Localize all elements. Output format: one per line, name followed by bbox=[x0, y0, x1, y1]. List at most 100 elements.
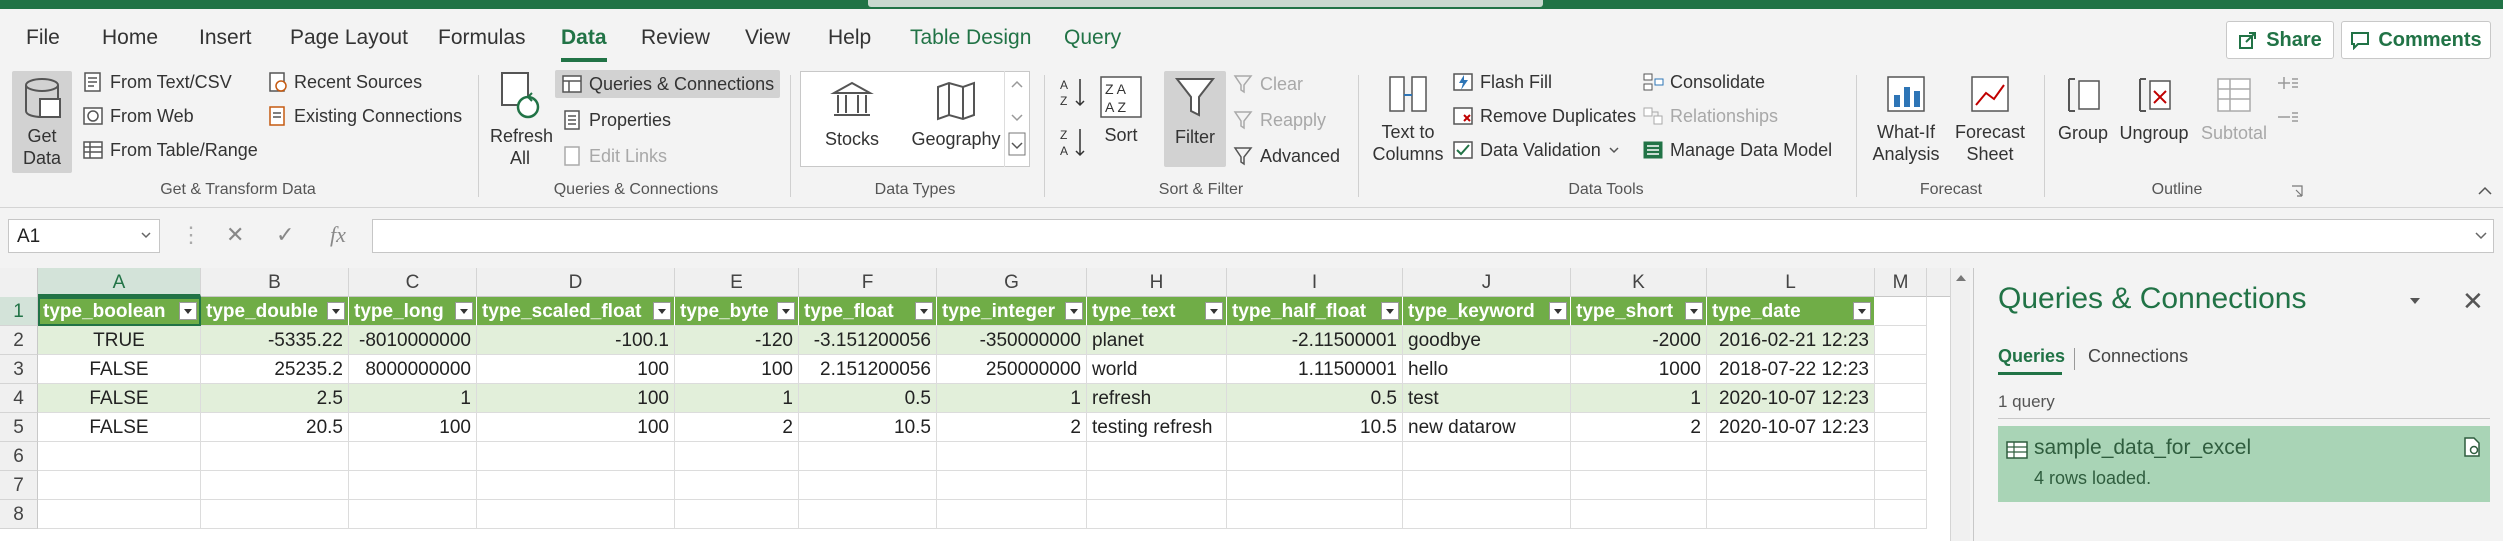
get-data-button[interactable]: Get Data bbox=[12, 71, 72, 173]
column-header-g[interactable]: G bbox=[937, 268, 1087, 297]
manage-data-model-button[interactable]: Manage Data Model bbox=[1642, 139, 1832, 161]
tab-table-design[interactable]: Table Design bbox=[910, 26, 1031, 50]
remove-duplicates-button[interactable]: Remove Duplicates bbox=[1452, 105, 1636, 127]
cell[interactable] bbox=[349, 442, 477, 471]
comments-button[interactable]: Comments bbox=[2341, 21, 2491, 59]
table-cell[interactable]: -5335.22 bbox=[201, 326, 349, 355]
stocks-button[interactable]: Stocks bbox=[818, 79, 886, 151]
column-header-h[interactable]: H bbox=[1087, 268, 1227, 297]
recent-sources-button[interactable]: Recent Sources bbox=[266, 71, 422, 93]
sort-button[interactable]: Z A A Z Sort bbox=[1096, 75, 1146, 147]
table-header-cell[interactable]: type_short bbox=[1571, 297, 1707, 326]
filter-dropdown-button[interactable] bbox=[1205, 302, 1223, 320]
properties-button[interactable]: Properties bbox=[561, 109, 671, 131]
tab-formulas[interactable]: Formulas bbox=[438, 26, 526, 50]
filter-dropdown-button[interactable] bbox=[1853, 302, 1871, 320]
cell[interactable] bbox=[1571, 471, 1707, 500]
tab-home[interactable]: Home bbox=[102, 26, 158, 50]
formula-input[interactable] bbox=[372, 219, 2494, 253]
table-cell[interactable]: 2 bbox=[1571, 413, 1707, 442]
table-cell[interactable]: 2020-10-07 12:23 bbox=[1707, 413, 1875, 442]
table-cell[interactable]: 2 bbox=[675, 413, 799, 442]
column-header-i[interactable]: I bbox=[1227, 268, 1403, 297]
table-header-cell[interactable]: type_byte bbox=[675, 297, 799, 326]
filter-dropdown-button[interactable] bbox=[1065, 302, 1083, 320]
pane-tab-connections[interactable]: Connections bbox=[2088, 346, 2188, 367]
cell[interactable] bbox=[1087, 500, 1227, 529]
filter-dropdown-button[interactable] bbox=[1381, 302, 1399, 320]
cell[interactable] bbox=[201, 442, 349, 471]
sort-za-button[interactable]: ZA bbox=[1058, 125, 1088, 159]
cell[interactable] bbox=[675, 500, 799, 529]
cell[interactable] bbox=[1875, 355, 1927, 384]
cell[interactable] bbox=[477, 500, 675, 529]
table-header-cell[interactable]: type_integer bbox=[937, 297, 1087, 326]
filter-dropdown-button[interactable] bbox=[653, 302, 671, 320]
tab-help[interactable]: Help bbox=[828, 26, 871, 50]
cell[interactable] bbox=[1087, 442, 1227, 471]
ungroup-button[interactable]: Ungroup bbox=[2116, 73, 2192, 145]
table-cell[interactable]: 2.151200056 bbox=[799, 355, 937, 384]
cell[interactable] bbox=[1571, 442, 1707, 471]
cell[interactable] bbox=[1875, 442, 1927, 471]
sort-az-button[interactable]: AZ bbox=[1058, 75, 1088, 109]
cell[interactable] bbox=[1227, 442, 1403, 471]
table-cell[interactable]: 2.5 bbox=[201, 384, 349, 413]
queries-connections-button[interactable]: Queries & Connections bbox=[555, 70, 781, 98]
row-header-1[interactable]: 1 bbox=[0, 297, 38, 326]
table-header-cell[interactable]: type_half_float bbox=[1227, 297, 1403, 326]
table-cell[interactable]: testing refresh bbox=[1087, 413, 1227, 442]
table-cell[interactable]: FALSE bbox=[38, 413, 201, 442]
edit-links-button[interactable]: Edit Links bbox=[561, 145, 667, 167]
scroll-up-icon[interactable] bbox=[1951, 268, 1971, 288]
outline-show-hide[interactable] bbox=[2276, 75, 2300, 135]
table-cell[interactable]: 2016-02-21 12:23 bbox=[1707, 326, 1875, 355]
what-if-analysis-button[interactable]: What-If Analysis bbox=[1866, 73, 1946, 165]
table-cell[interactable]: -2000 bbox=[1571, 326, 1707, 355]
table-cell[interactable]: 10.5 bbox=[799, 413, 937, 442]
cell[interactable] bbox=[1707, 442, 1875, 471]
cell[interactable] bbox=[937, 471, 1087, 500]
table-cell[interactable]: 2 bbox=[937, 413, 1087, 442]
worksheet-grid[interactable]: ABCDEFGHIJKLM 1 2 3 4 5 6 7 8 type_boolean type_d… bbox=[0, 268, 1970, 541]
table-cell[interactable]: -3.151200056 bbox=[799, 326, 937, 355]
column-header-k[interactable]: K bbox=[1571, 268, 1707, 297]
cell[interactable] bbox=[675, 442, 799, 471]
pane-options-icon[interactable] bbox=[2408, 296, 2422, 306]
cell[interactable] bbox=[1875, 471, 1927, 500]
cell[interactable] bbox=[477, 442, 675, 471]
column-header-f[interactable]: F bbox=[799, 268, 937, 297]
search-box[interactable] bbox=[868, 0, 1543, 7]
table-header-cell[interactable]: type_float bbox=[799, 297, 937, 326]
column-header-d[interactable]: D bbox=[477, 268, 675, 297]
advanced-button[interactable]: Advanced bbox=[1232, 145, 1340, 167]
close-pane-icon[interactable]: ✕ bbox=[2462, 286, 2484, 317]
clear-button[interactable]: Clear bbox=[1232, 73, 1303, 95]
text-to-columns-button[interactable]: Text to Columns bbox=[1366, 73, 1450, 165]
table-cell[interactable]: test bbox=[1403, 384, 1571, 413]
table-cell[interactable]: 25235.2 bbox=[201, 355, 349, 384]
table-header-cell[interactable]: type_double bbox=[201, 297, 349, 326]
gallery-scroll[interactable] bbox=[1004, 71, 1030, 167]
query-item[interactable]: sample_data_for_excel 4 rows loaded. bbox=[1998, 426, 2490, 502]
consolidate-button[interactable]: Consolidate bbox=[1642, 71, 1765, 93]
table-cell[interactable]: 0.5 bbox=[1227, 384, 1403, 413]
table-cell[interactable]: -350000000 bbox=[937, 326, 1087, 355]
cell[interactable] bbox=[799, 471, 937, 500]
cell[interactable] bbox=[1403, 471, 1571, 500]
cell[interactable] bbox=[201, 471, 349, 500]
table-cell[interactable]: 100 bbox=[477, 413, 675, 442]
column-header-e[interactable]: E bbox=[675, 268, 799, 297]
flash-fill-button[interactable]: Flash Fill bbox=[1452, 71, 1552, 93]
insert-function-icon[interactable]: fx bbox=[330, 222, 346, 248]
table-cell[interactable]: TRUE bbox=[38, 326, 201, 355]
table-cell[interactable]: 0.5 bbox=[799, 384, 937, 413]
tab-review[interactable]: Review bbox=[641, 26, 710, 50]
table-cell[interactable]: 100 bbox=[477, 384, 675, 413]
cell[interactable] bbox=[201, 500, 349, 529]
cell[interactable] bbox=[1403, 500, 1571, 529]
column-header-a[interactable]: A bbox=[38, 268, 201, 297]
table-header-cell[interactable]: type_date bbox=[1707, 297, 1875, 326]
table-header-cell[interactable]: type_keyword bbox=[1403, 297, 1571, 326]
column-header-c[interactable]: C bbox=[349, 268, 477, 297]
